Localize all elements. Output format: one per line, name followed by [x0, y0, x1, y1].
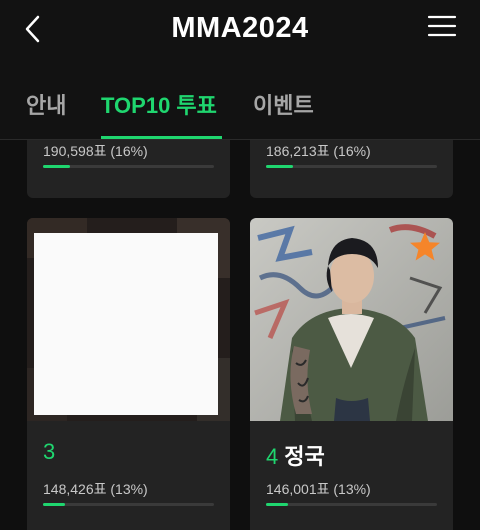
menu-button[interactable]	[426, 14, 458, 40]
vote-count: 146,001표 (13%)	[266, 481, 371, 497]
candidate-card[interactable]: 186,213표 (16%)	[250, 140, 453, 198]
hamburger-menu-icon	[427, 15, 457, 37]
candidate-card[interactable]: 4 정국 146,001표 (13%)	[250, 218, 453, 530]
candidate-card[interactable]: 3 148,426표 (13%)	[27, 218, 230, 530]
vote-progress-track	[266, 503, 437, 506]
candidate-photo	[27, 218, 230, 421]
vote-count: 148,426표 (13%)	[43, 481, 148, 497]
vote-progress-fill	[43, 165, 71, 168]
star-icon[interactable]	[408, 230, 442, 264]
vote-progress-track	[43, 503, 214, 506]
candidate-card[interactable]: 190,598표 (16%)	[27, 140, 230, 198]
candidate-title: 4 정국	[266, 439, 325, 471]
vote-progress-track	[43, 165, 214, 168]
vote-progress-track	[266, 165, 437, 168]
candidate-rank: 3	[43, 439, 56, 464]
candidate-photo	[250, 218, 453, 421]
tab-info[interactable]: 안내	[26, 88, 66, 120]
vote-count: 186,213표 (16%)	[266, 143, 371, 159]
tab-top10-vote[interactable]: TOP10 투표	[101, 88, 217, 120]
vote-count: 190,598표 (16%)	[43, 143, 148, 159]
candidate-rank: 4	[266, 444, 279, 469]
tab-bar: 안내 TOP10 투표 이벤트	[0, 62, 480, 140]
vote-progress-fill	[43, 503, 66, 506]
candidate-name: 정국	[284, 444, 325, 469]
hidden-photo-placeholder	[34, 233, 218, 415]
vote-progress-fill	[266, 165, 294, 168]
active-tab-indicator	[101, 136, 222, 139]
vote-progress-fill	[266, 503, 289, 506]
candidate-title: 3	[43, 439, 61, 465]
app-header: MMA2024	[0, 0, 480, 62]
app-title: MMA2024	[171, 12, 309, 44]
candidate-grid: 190,598표 (16%) 186,213표 (16%) 3 148,426표…	[0, 140, 480, 530]
tab-event[interactable]: 이벤트	[253, 88, 314, 120]
